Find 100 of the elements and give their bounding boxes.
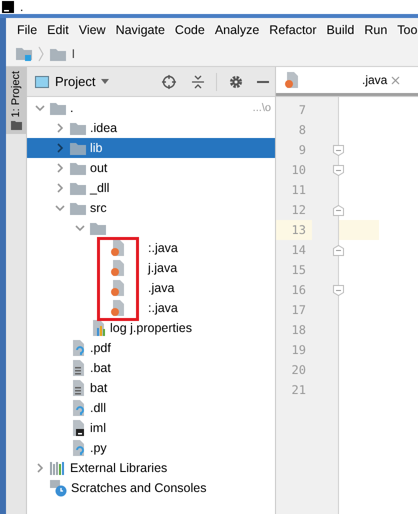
item-label: .bat — [90, 361, 111, 375]
menu-item[interactable]: Edit — [42, 23, 74, 37]
tree-item[interactable]: _dll — [27, 178, 275, 198]
folder-icon — [70, 162, 86, 174]
text-file-icon — [70, 360, 86, 376]
java-file-icon — [284, 72, 300, 88]
libraries-icon — [50, 461, 66, 475]
line-number: 9 — [298, 142, 307, 159]
scratches-icon — [50, 480, 67, 496]
line-number: 13 — [276, 220, 312, 240]
breadcrumb-item[interactable]: l — [72, 47, 75, 61]
menu-item[interactable]: File — [12, 23, 42, 37]
item-label: .pdf — [90, 341, 111, 355]
unknown-file-icon — [70, 440, 86, 456]
java-file-icon — [110, 240, 126, 256]
tree-item[interactable]: .pdf — [27, 338, 275, 358]
unknown-file-icon — [70, 340, 86, 356]
tree-item[interactable]: .idea — [27, 118, 275, 138]
text-file-icon — [70, 380, 86, 396]
item-label: :.java — [148, 241, 178, 255]
tree-item[interactable]: src — [27, 198, 275, 218]
tree-item[interactable]: bat — [27, 378, 275, 398]
line-number: 18 — [290, 322, 307, 339]
java-file-icon — [110, 280, 126, 296]
dropdown-caret-icon[interactable] — [101, 79, 110, 84]
tree-item[interactable]: :.java — [27, 238, 275, 258]
menu-item[interactable]: Analyze — [210, 23, 264, 37]
line-number: 8 — [298, 122, 307, 139]
item-label: j.java — [148, 261, 178, 275]
folder-icon — [50, 102, 66, 114]
line-number: 15 — [290, 262, 307, 279]
module-file-icon — [70, 420, 86, 436]
fold-marker-icon[interactable] — [333, 245, 344, 256]
menu-item[interactable]: Run — [359, 23, 392, 37]
line-number: 16 — [290, 282, 307, 299]
tab-label: .java — [362, 73, 388, 87]
tree-item[interactable]: iml — [27, 418, 275, 438]
properties-file-icon — [90, 320, 106, 336]
tree-item[interactable]: lib — [27, 138, 275, 158]
folder-icon — [90, 222, 106, 234]
folder-icon — [70, 182, 86, 194]
menu-item[interactable]: Build — [322, 23, 360, 37]
item-label: .py — [90, 441, 107, 455]
item-label: Scratches and Consoles — [71, 481, 206, 495]
item-label: bat — [90, 381, 108, 395]
settings-icon[interactable] — [229, 74, 243, 88]
folder-icon — [70, 202, 86, 214]
item-label: _dll — [90, 181, 110, 195]
item-label: :.java — [148, 301, 178, 315]
project-tool-tab[interactable]: 1: Project — [6, 67, 26, 134]
item-label: out — [90, 161, 108, 175]
fold-marker-icon[interactable] — [333, 205, 344, 216]
window-title: . — [20, 0, 24, 14]
item-label: log j.properties — [110, 321, 192, 335]
tree-item[interactable]: out — [27, 158, 275, 178]
folder-icon — [10, 121, 22, 130]
line-number: 17 — [290, 302, 307, 319]
tree-item[interactable]: .py — [27, 438, 275, 458]
tree-item[interactable]: External Libraries — [27, 458, 275, 478]
fold-marker-icon[interactable] — [333, 165, 344, 176]
fold-marker-icon[interactable] — [333, 145, 344, 156]
project-view-icon — [35, 76, 49, 88]
line-number: 7 — [298, 102, 307, 119]
project-folder-icon[interactable] — [16, 47, 32, 61]
tree-item[interactable]: :.java — [27, 298, 275, 318]
tree-item[interactable]: log j.properties — [27, 318, 275, 338]
collapse-all-icon[interactable] — [192, 74, 204, 88]
panel-title[interactable]: Project — [55, 74, 96, 89]
item-label: . — [70, 101, 74, 115]
item-label: .dll — [90, 401, 106, 415]
path-hint: ...\o — [252, 102, 272, 114]
line-number: 11 — [290, 182, 307, 199]
tree-item[interactable]: .dll — [27, 398, 275, 418]
editor-tab[interactable]: .java — [276, 67, 418, 96]
menu-item[interactable]: Code — [170, 23, 210, 37]
folder-icon — [70, 122, 86, 134]
tree-item[interactable]: j.java — [27, 258, 275, 278]
item-label: lib — [90, 141, 103, 155]
close-icon[interactable] — [391, 76, 400, 84]
menu-item[interactable]: Refactor — [264, 23, 322, 37]
tree-item[interactable]: .bat — [27, 358, 275, 378]
line-number: 20 — [290, 362, 307, 379]
folder-icon — [50, 48, 66, 60]
menu-item[interactable]: Too — [392, 23, 418, 37]
line-number: 19 — [290, 342, 307, 359]
line-number: 21 — [290, 382, 307, 399]
minimize-icon[interactable] — [257, 80, 269, 82]
unknown-file-icon — [70, 400, 86, 416]
line-number: 10 — [290, 162, 307, 179]
tree-item[interactable]: . ...\o — [27, 98, 275, 118]
line-number: 14 — [290, 242, 307, 259]
menu-item[interactable]: Navigate — [110, 23, 170, 37]
tree-item[interactable]: Scratches and Consoles — [27, 478, 275, 498]
menu-item[interactable]: View — [74, 23, 111, 37]
fold-marker-icon[interactable] — [333, 285, 344, 296]
locate-icon[interactable] — [162, 74, 176, 88]
item-label: External Libraries — [70, 461, 168, 475]
java-file-icon — [110, 260, 126, 276]
java-file-icon — [110, 300, 126, 316]
tree-item[interactable]: .java — [27, 278, 275, 298]
